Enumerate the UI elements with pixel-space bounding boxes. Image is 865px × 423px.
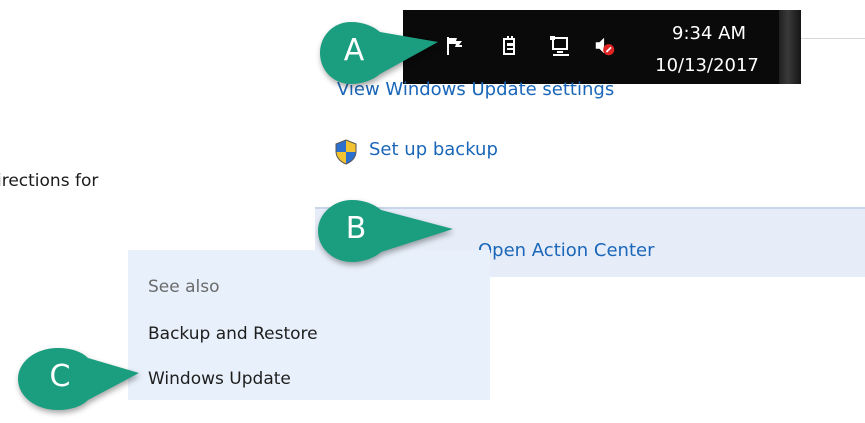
volume-muted-icon[interactable] (593, 34, 617, 58)
callout-b-label: B (345, 211, 367, 246)
callout-c-marker: C (0, 346, 142, 412)
callout-a-label: A (343, 33, 365, 68)
see-also-heading: See also (148, 277, 220, 297)
uac-shield-icon (333, 139, 359, 165)
callout-a-marker: A (318, 20, 440, 86)
open-action-center-link[interactable]: Open Action Center (478, 240, 654, 261)
clock-time[interactable]: 9:34 AM (654, 23, 764, 44)
cropped-directions-text: irections for (0, 171, 99, 191)
network-icon[interactable] (549, 34, 573, 58)
clock-date[interactable]: 10/13/2017 (648, 55, 766, 76)
show-desktop-button[interactable] (779, 10, 801, 84)
window-edge-line (800, 38, 865, 39)
flag-icon[interactable] (443, 34, 467, 58)
callout-b-marker: B (316, 198, 456, 264)
power-plug-icon[interactable] (498, 34, 522, 58)
windows-update-link[interactable]: Windows Update (148, 369, 291, 389)
callout-c-label: C (49, 359, 71, 394)
backup-and-restore-link[interactable]: Backup and Restore (148, 324, 318, 344)
set-up-backup-link[interactable]: Set up backup (369, 139, 498, 160)
